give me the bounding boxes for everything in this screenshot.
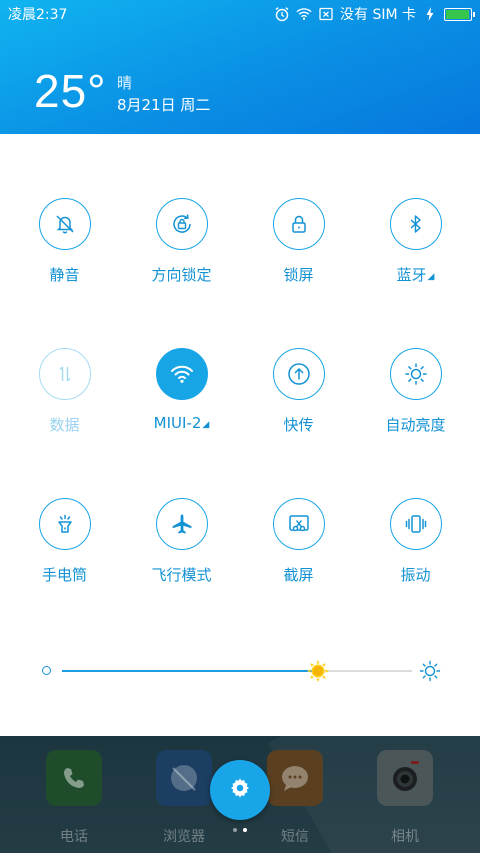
toggle-label: 振动 [400,566,431,584]
no-sim-icon [318,6,334,22]
toggle-wifi[interactable]: MIUI-2◢ [123,348,240,458]
weather-temperature[interactable]: 25° [34,64,107,118]
toggle-label: 截屏 [283,566,314,584]
rotation-lock-icon [155,198,208,250]
toggle-flashlight[interactable]: 手电筒 [6,498,123,608]
sim-status-text: 没有 SIM 卡 [340,7,416,23]
submenu-triangle-icon: ◢ [202,420,210,430]
toggle-label: 锁屏 [283,266,314,284]
toggle-screenshot[interactable]: 截屏 [240,498,357,608]
screenshot-icon [272,498,325,550]
airplane-icon [155,498,208,550]
toggle-vibrate[interactable]: 振动 [357,498,474,608]
brightness-low-icon [42,666,51,675]
weather-condition: 晴 [117,74,133,92]
browser-icon [156,750,212,806]
toggle-label: 数据 [49,416,80,434]
page-dot [233,828,237,832]
mobile-data-icon [38,348,91,400]
toggle-label: MIUI-2◢ [153,414,210,432]
toggle-rotation-lock[interactable]: 方向锁定 [123,198,240,308]
dock-app-camera[interactable]: 相机 [377,750,433,846]
battery-icon [444,7,475,21]
app-label: 短信 [281,829,309,845]
app-label: 电话 [60,829,88,845]
vibrate-icon [389,498,442,550]
settings-button[interactable] [210,760,270,820]
weather-date: 8月21日 周二 [117,96,211,114]
alarm-icon [274,6,290,22]
app-label: 浏览器 [163,829,205,845]
toggle-quick-transfer[interactable]: 快传 [240,348,357,458]
status-time: 凌晨2:37 [8,7,68,23]
brightness-fill [62,670,318,672]
camera-icon [377,750,433,806]
toggle-label: 手电筒 [41,566,87,584]
flashlight-icon [38,498,91,550]
toggle-label: 飞行模式 [151,566,212,584]
status-icons: 没有 SIM 卡 [274,4,475,24]
wifi-icon [296,6,312,22]
toggle-label: 静音 [49,266,80,284]
toggle-auto-brightness[interactable]: 自动亮度 [357,348,474,458]
toggle-label: 自动亮度 [385,416,446,434]
wifi-icon [155,348,208,400]
brightness-high-icon [419,660,441,682]
silent-bell-icon [38,198,91,250]
brightness-track[interactable] [62,670,412,672]
toggle-airplane-mode[interactable]: 飞行模式 [123,498,240,608]
gear-icon [228,776,252,804]
quick-transfer-icon [272,348,325,400]
dock-app-browser[interactable]: 浏览器 [156,750,212,846]
app-label: 相机 [391,829,419,845]
dock-app-phone[interactable]: 电话 [46,750,102,846]
page-dot-active [243,828,247,832]
page-indicator [233,828,247,832]
toggle-label: 快传 [283,416,314,434]
toggle-label: 方向锁定 [151,266,212,284]
brightness-thumb-sun-icon[interactable] [306,660,329,682]
toggle-label: 蓝牙◢ [396,266,435,284]
lock-icon [272,198,325,250]
toggle-mobile-data[interactable]: 数据 [6,348,123,458]
notification-header: 凌晨2:37 没有 SIM 卡 25° 晴 8月21日 周二 [0,0,480,134]
dock-app-messages[interactable]: 短信 [267,750,323,846]
charging-icon [422,6,438,22]
toggle-lock-screen[interactable]: 锁屏 [240,198,357,308]
auto-brightness-icon [389,348,442,400]
toggle-silent[interactable]: 静音 [6,198,123,308]
message-icon [267,750,323,806]
bluetooth-icon [389,198,442,250]
phone-icon [46,750,102,806]
brightness-slider[interactable] [38,650,448,690]
submenu-triangle-icon: ◢ [427,272,435,282]
toggle-bluetooth[interactable]: 蓝牙◢ [357,198,474,308]
status-bar: 凌晨2:37 没有 SIM 卡 [0,0,480,28]
